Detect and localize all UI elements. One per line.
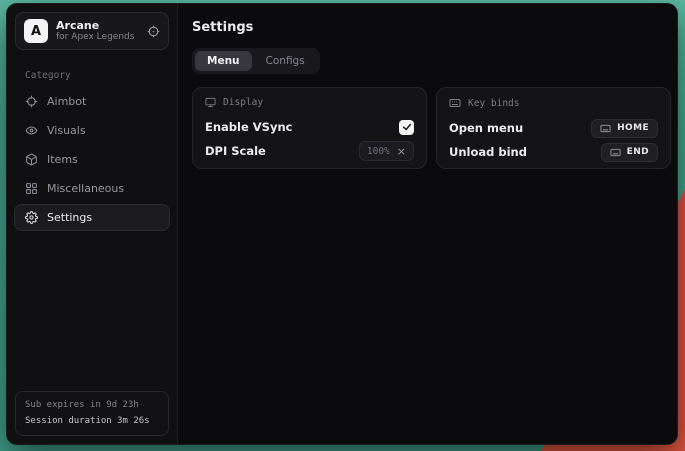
grid-icon <box>25 182 38 195</box>
open-menu-row: Open menu HOME <box>449 116 658 140</box>
keyboard-icon <box>449 97 461 109</box>
sidebar-item-label: Aimbot <box>47 95 86 108</box>
dpi-scale-input[interactable]: 100% × <box>359 141 414 161</box>
sidebar-item-items[interactable]: Items <box>14 146 170 173</box>
sidebar-item-miscellaneous[interactable]: Miscellaneous <box>14 175 170 202</box>
eye-icon <box>25 124 38 137</box>
dpi-scale-row: DPI Scale 100% × <box>205 139 414 163</box>
sidebar: A Arcane for Apex Legends Category Aimbo… <box>7 4 178 444</box>
sidebar-item-label: Items <box>47 153 78 166</box>
sidebar-nav: Aimbot Visuals Items Miscellaneous <box>7 88 177 231</box>
unload-bind-row: Unload bind END <box>449 140 658 164</box>
target-icon[interactable] <box>147 25 160 38</box>
settings-cards: Display Enable VSync DPI Scale 100% × <box>192 87 671 169</box>
crosshair-icon <box>25 95 38 108</box>
app-titles: Arcane for Apex Legends <box>56 19 139 44</box>
gear-icon <box>25 211 38 224</box>
open-menu-label: Open menu <box>449 121 523 135</box>
unload-bind-label: Unload bind <box>449 145 527 159</box>
keyboard-icon <box>610 147 621 158</box>
app-subtitle: for Apex Legends <box>56 32 139 43</box>
sidebar-item-aimbot[interactable]: Aimbot <box>14 88 170 115</box>
display-card-title: Display <box>223 97 263 108</box>
session-duration-text: Session duration 3m 26s <box>25 414 159 429</box>
dpi-scale-value: 100% <box>367 146 390 157</box>
sidebar-item-label: Visuals <box>47 124 86 137</box>
display-card-header: Display <box>205 97 414 108</box>
sidebar-item-visuals[interactable]: Visuals <box>14 117 170 144</box>
category-label: Category <box>25 70 177 81</box>
check-icon <box>402 122 412 132</box>
app-logo-letter: A <box>31 24 41 39</box>
sidebar-item-label: Settings <box>47 211 92 224</box>
subscription-status-card: Sub expires in 9d 23h Session duration 3… <box>15 391 169 436</box>
tab-bar: Menu Configs <box>192 48 320 74</box>
sub-expiry-text: Sub expires in 9d 23h <box>25 398 159 413</box>
dpi-clear-button[interactable]: × <box>397 146 406 157</box>
box-icon <box>25 153 38 166</box>
vsync-label: Enable VSync <box>205 120 292 134</box>
vsync-checkbox[interactable] <box>399 120 414 135</box>
app-title: Arcane <box>56 19 139 33</box>
display-card: Display Enable VSync DPI Scale 100% × <box>192 87 427 169</box>
sidebar-item-label: Miscellaneous <box>47 182 124 195</box>
keybinds-card-header: Key binds <box>449 97 658 109</box>
open-menu-bind-button[interactable]: HOME <box>591 119 658 138</box>
main-panel: Settings Menu Configs Display Enable VSy… <box>178 4 677 444</box>
vsync-row: Enable VSync <box>205 115 414 139</box>
app-logo: A <box>24 19 48 43</box>
open-menu-key: HOME <box>617 123 649 133</box>
keyboard-icon <box>600 123 611 134</box>
dpi-scale-label: DPI Scale <box>205 144 266 158</box>
keybinds-card: Key binds Open menu HOME Unload bind <box>436 87 671 169</box>
monitor-icon <box>205 97 216 108</box>
keybinds-card-title: Key binds <box>468 98 519 109</box>
unload-bind-key: END <box>627 147 649 157</box>
page-title: Settings <box>192 20 671 35</box>
tab-configs[interactable]: Configs <box>254 51 317 71</box>
unload-bind-button[interactable]: END <box>601 143 658 162</box>
sidebar-item-settings[interactable]: Settings <box>14 204 170 231</box>
sidebar-spacer <box>7 231 177 383</box>
app-window: A Arcane for Apex Legends Category Aimbo… <box>7 4 677 444</box>
logo-card: A Arcane for Apex Legends <box>15 12 169 50</box>
tab-menu[interactable]: Menu <box>195 51 252 71</box>
